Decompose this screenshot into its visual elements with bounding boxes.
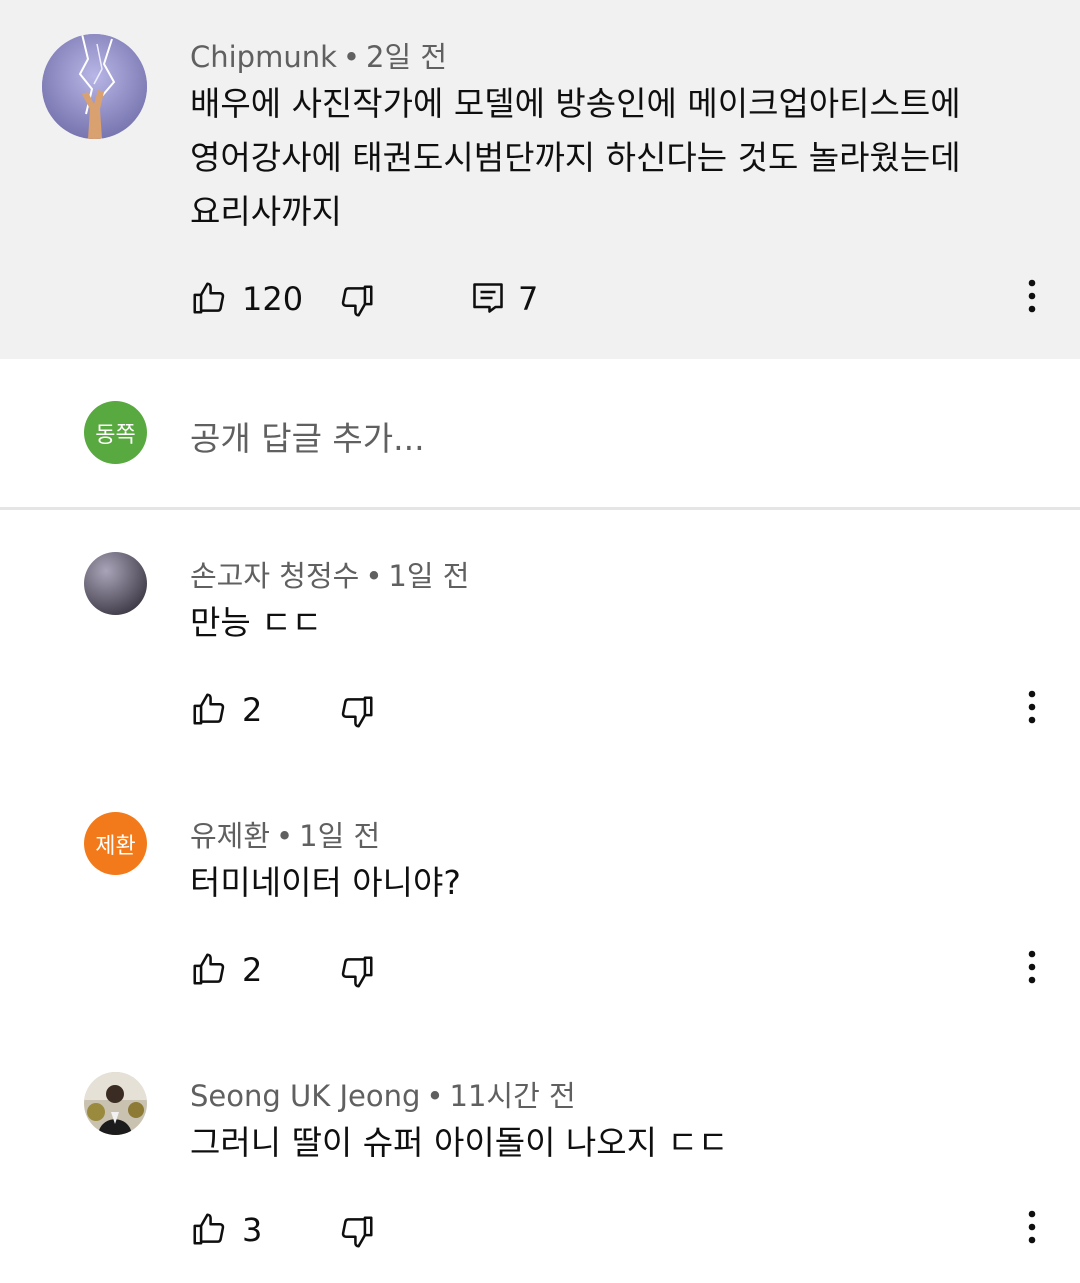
thumbs-down-icon [341, 696, 373, 728]
kebab-menu-icon [1028, 690, 1036, 724]
thumbs-down-icon [341, 285, 373, 317]
comment-line: 영어강사에 태권도시범단까지 하신다는 것도 놀라웠는데 [190, 138, 961, 177]
separator: • [342, 40, 361, 74]
kebab-menu-icon [1028, 279, 1036, 313]
author-name[interactable]: 손고자 청정수 [190, 559, 359, 593]
comment-line: 그러니 딸이 슈퍼 아이돌이 나오지 ㄷㄷ [190, 1123, 729, 1162]
separator: • [276, 819, 294, 853]
comment-text: 배우에 사진작가에 모델에 방송인에 메이크업아티스트에 영어강사에 태권도시범… [190, 77, 961, 239]
avatar[interactable] [84, 1072, 147, 1135]
public-reply-input[interactable]: 공개 답글 추가... [190, 412, 425, 460]
kebab-menu-icon [1028, 1210, 1036, 1244]
timestamp[interactable]: 1일 전 [299, 819, 380, 853]
separator: • [426, 1079, 444, 1113]
thumbs-down-icon [341, 1216, 373, 1248]
avatar[interactable]: 제환 [84, 812, 147, 875]
replies-button[interactable] [470, 279, 506, 317]
like-button[interactable] [190, 950, 228, 988]
avatar-initials: 동쪽 [95, 422, 136, 448]
comment-line: 터미네이터 아니야? [190, 863, 461, 902]
comment-line: 배우에 사진작가에 모델에 방송인에 메이크업아티스트에 [190, 84, 961, 123]
thumbs-up-icon [193, 953, 225, 985]
author-name[interactable]: Chipmunk [190, 40, 337, 74]
more-actions-button[interactable] [1002, 266, 1062, 326]
person-photo-icon [84, 1072, 147, 1135]
thumbs-up-icon [193, 282, 225, 314]
comment-meta: 손고자 청정수 • 1일 전 [190, 553, 469, 595]
reply-comment-icon [473, 283, 503, 313]
thumbs-up-icon [193, 1213, 225, 1245]
like-count: 3 [242, 1211, 263, 1249]
author-name[interactable]: Seong UK Jeong [190, 1079, 420, 1113]
thumbs-down-icon [341, 956, 373, 988]
comment-text: 터미네이터 아니야? [190, 856, 461, 910]
more-actions-button[interactable] [1002, 937, 1062, 997]
avatar[interactable] [42, 34, 147, 139]
like-button[interactable] [190, 1210, 228, 1248]
comment-text: 그러니 딸이 슈퍼 아이돌이 나오지 ㄷㄷ [190, 1116, 728, 1170]
comment-meta: Chipmunk • 2일 전 [190, 34, 447, 76]
kebab-menu-icon [1028, 950, 1036, 984]
avatar-initials: 제환 [95, 833, 136, 859]
dislike-button[interactable] [338, 1213, 376, 1251]
separator: • [365, 559, 383, 593]
lightning-hand-photo-icon [42, 34, 147, 139]
reply-count[interactable]: 7 [518, 280, 538, 318]
comment-text: 만능 ㄷㄷ [190, 596, 322, 650]
dark-sphere-photo-icon [84, 552, 147, 615]
like-button[interactable] [190, 279, 228, 317]
comment-meta: Seong UK Jeong • 11시간 전 [190, 1073, 576, 1115]
author-name[interactable]: 유제환 [190, 819, 270, 853]
divider [0, 507, 1080, 510]
timestamp[interactable]: 1일 전 [388, 559, 469, 593]
like-count: 2 [242, 951, 263, 989]
current-user-avatar: 동쪽 [84, 401, 147, 464]
timestamp[interactable]: 2일 전 [366, 40, 447, 74]
dislike-button[interactable] [338, 282, 376, 320]
dislike-button[interactable] [338, 693, 376, 731]
comment-meta: 유제환 • 1일 전 [190, 813, 380, 855]
like-button[interactable] [190, 690, 228, 728]
more-actions-button[interactable] [1002, 1197, 1062, 1257]
comment-thread: Chipmunk • 2일 전 배우에 사진작가에 모델에 방송인에 메이크업아티스… [0, 0, 1080, 1283]
avatar[interactable] [84, 552, 147, 615]
comment-line: 요리사까지 [190, 192, 342, 231]
more-actions-button[interactable] [1002, 677, 1062, 737]
comment-line: 만능 ㄷㄷ [190, 603, 322, 642]
dislike-button[interactable] [338, 953, 376, 991]
like-count: 2 [242, 691, 263, 729]
like-count: 120 [242, 280, 304, 318]
thumbs-up-icon [193, 693, 225, 725]
timestamp[interactable]: 11시간 전 [450, 1079, 576, 1113]
